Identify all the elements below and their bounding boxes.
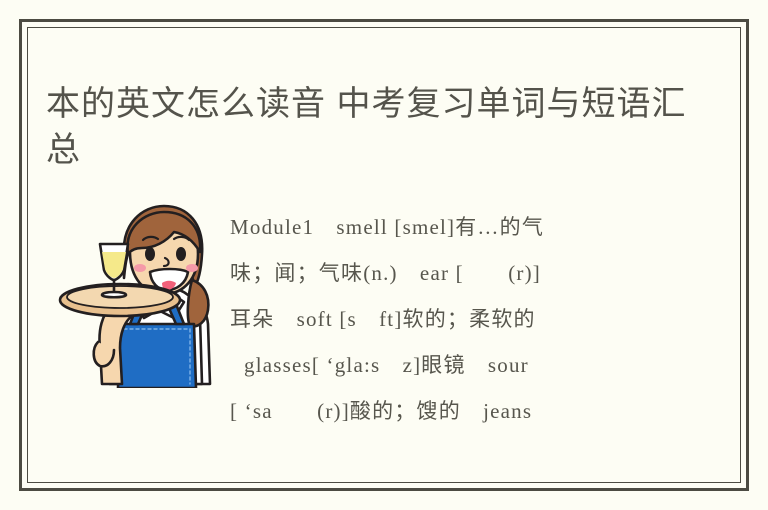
- vocabulary-line: [ ‘sa (r)]酸的；馊的 jeans: [230, 399, 533, 423]
- left-eye: [145, 247, 155, 261]
- right-eye: [176, 247, 186, 261]
- article-card: 本的英文怎么读音 中考复习单词与短语汇总 Module1 smell [smel…: [0, 0, 768, 510]
- right-blush: [186, 264, 198, 272]
- left-blush: [134, 264, 146, 272]
- page-title: 本的英文怎么读音 中考复习单词与短语汇总: [46, 84, 687, 169]
- vocabulary-line: 味；闻；气味(n.) ear [ (r)]: [230, 261, 541, 285]
- vocabulary-line: glasses[ ‘gla:s z]眼镜 sour: [244, 353, 529, 377]
- article-content: Module1 smell [smel]有…的气 味；闻；气味(n.) ear …: [46, 196, 722, 446]
- vocabulary-text: Module1 smell [smel]有…的气 味；闻；气味(n.) ear …: [230, 204, 722, 434]
- waitress-with-tray-illustration: [58, 198, 226, 388]
- ponytail: [186, 278, 210, 328]
- apron: [116, 322, 198, 388]
- vocabulary-line: Module1 smell [smel]有…的气: [230, 215, 545, 239]
- wine-glass-base: [100, 290, 128, 299]
- vocabulary-line: 耳朵 soft [s ft]软的；柔软的: [230, 307, 536, 331]
